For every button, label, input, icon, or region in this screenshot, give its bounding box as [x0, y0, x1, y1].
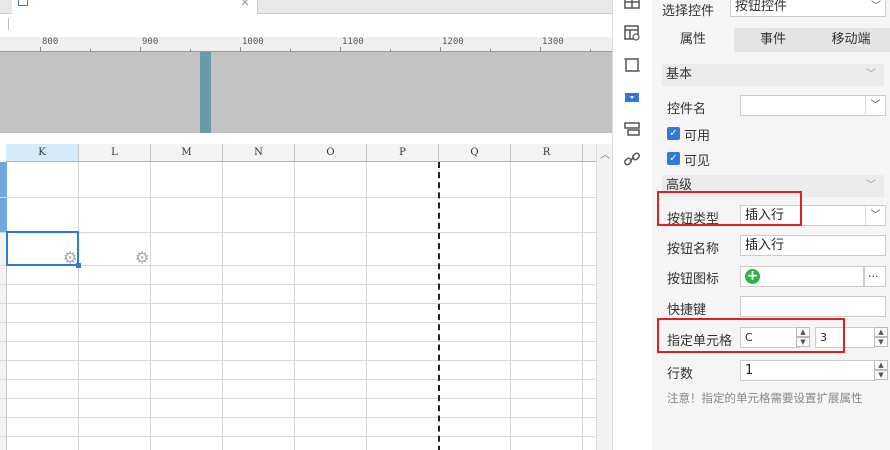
- shortcut-input[interactable]: [740, 296, 886, 317]
- button-icon-label: 按钮图标: [667, 272, 720, 287]
- shortcut-label: 快捷键: [667, 303, 707, 318]
- column-header-l[interactable]: L: [79, 144, 151, 162]
- button-name-label: 按钮名称: [667, 242, 720, 257]
- column-header-m[interactable]: M: [151, 144, 223, 162]
- basic-section-title: 基本: [666, 67, 693, 82]
- panel-tabs: 属性 事件 移动端: [652, 28, 890, 52]
- column-header-o[interactable]: O: [295, 144, 367, 162]
- select-control-dropdown[interactable]: 按钮控件 ﹀: [730, 0, 886, 17]
- file-icon: [18, 0, 28, 6]
- gear-icon[interactable]: ⚙: [135, 248, 149, 267]
- button-name-input[interactable]: 插入行: [740, 235, 886, 256]
- row-count-label: 行数: [667, 367, 694, 382]
- ruler-label: 1300: [542, 37, 564, 47]
- side-icon-bar: [612, 0, 652, 450]
- frame-icon[interactable]: [623, 56, 641, 74]
- toolbar-divider: [8, 18, 9, 30]
- vertical-scrollbar[interactable]: ︿: [596, 144, 612, 450]
- form-icon[interactable]: [623, 120, 641, 138]
- button-icon-browse[interactable]: ···: [864, 266, 886, 287]
- enabled-label: 可用: [684, 129, 711, 144]
- ruler-label: 900: [142, 37, 159, 47]
- tab-events[interactable]: 事件: [734, 28, 812, 52]
- row-count-input[interactable]: 1: [740, 360, 876, 381]
- row-stepper[interactable]: ▲ ▼: [874, 327, 888, 348]
- chevron-down-icon: ﹀: [866, 180, 876, 191]
- add-icon: +: [745, 268, 760, 284]
- document-tab[interactable]: ×: [12, 0, 258, 14]
- enabled-checkbox[interactable]: ✓: [667, 127, 680, 140]
- column-header-k[interactable]: K: [6, 144, 79, 162]
- table-icon[interactable]: [623, 0, 641, 12]
- page-break-line: [438, 162, 440, 450]
- chevron-up-icon[interactable]: ︿: [597, 146, 613, 161]
- property-panel: 选择控件 按钮控件 ﹀ 属性 事件 移动端 基本 ﹀ 控件名 ﹀ ✓ 可用 ✓ …: [652, 0, 890, 450]
- basic-section-header[interactable]: 基本 ﹀: [662, 64, 884, 86]
- chevron-down-icon[interactable]: ﹀: [865, 96, 885, 115]
- ruler-label: 1000: [242, 37, 264, 47]
- chevron-down-icon: ﹀: [866, 69, 876, 80]
- spreadsheet-grid[interactable]: K L M N O P Q R ⚙ ⚙: [0, 144, 596, 450]
- tab-properties[interactable]: 属性: [652, 28, 734, 52]
- link-icon[interactable]: [623, 150, 641, 168]
- column-header-r[interactable]: R: [511, 144, 583, 162]
- highlight-box: [657, 318, 845, 353]
- note-text: 注意！指定的单元格需要设置扩展属性: [667, 391, 863, 405]
- select-control-label: 选择控件: [662, 4, 715, 19]
- close-icon[interactable]: ×: [240, 0, 250, 9]
- column-header-p[interactable]: P: [367, 144, 439, 162]
- control-name-label: 控件名: [667, 102, 707, 117]
- toolbar: [0, 14, 612, 37]
- column-header-q[interactable]: Q: [439, 144, 511, 162]
- gear-icon[interactable]: ⚙: [63, 248, 77, 267]
- control-name-input[interactable]: ﹀: [740, 95, 886, 116]
- visible-checkbox[interactable]: ✓: [667, 152, 680, 165]
- pane-marker: [200, 52, 211, 133]
- ruler-label: 1200: [442, 37, 464, 47]
- column-header-empty: [583, 144, 596, 162]
- button-icon-field[interactable]: +: [740, 266, 864, 287]
- report-icon[interactable]: [623, 24, 641, 42]
- horizontal-ruler: 800 900 1000 1100 1200 1300: [0, 37, 612, 52]
- column-header-n[interactable]: N: [223, 144, 295, 162]
- select-control-value: 按钮控件: [735, 0, 788, 14]
- ruler-label: 1100: [342, 37, 364, 47]
- dropdown-widget-icon[interactable]: [623, 88, 641, 106]
- visible-label: 可见: [684, 154, 711, 169]
- row-count-stepper[interactable]: ▲ ▼: [874, 360, 888, 381]
- parameter-pane[interactable]: [0, 52, 612, 133]
- highlight-box: [657, 191, 802, 226]
- chevron-down-icon[interactable]: ﹀: [865, 206, 885, 225]
- chevron-down-icon[interactable]: ﹀: [871, 0, 881, 16]
- tab-mobile[interactable]: 移动端: [812, 28, 890, 52]
- pane-gap: [0, 133, 612, 144]
- ruler-label: 800: [42, 37, 59, 47]
